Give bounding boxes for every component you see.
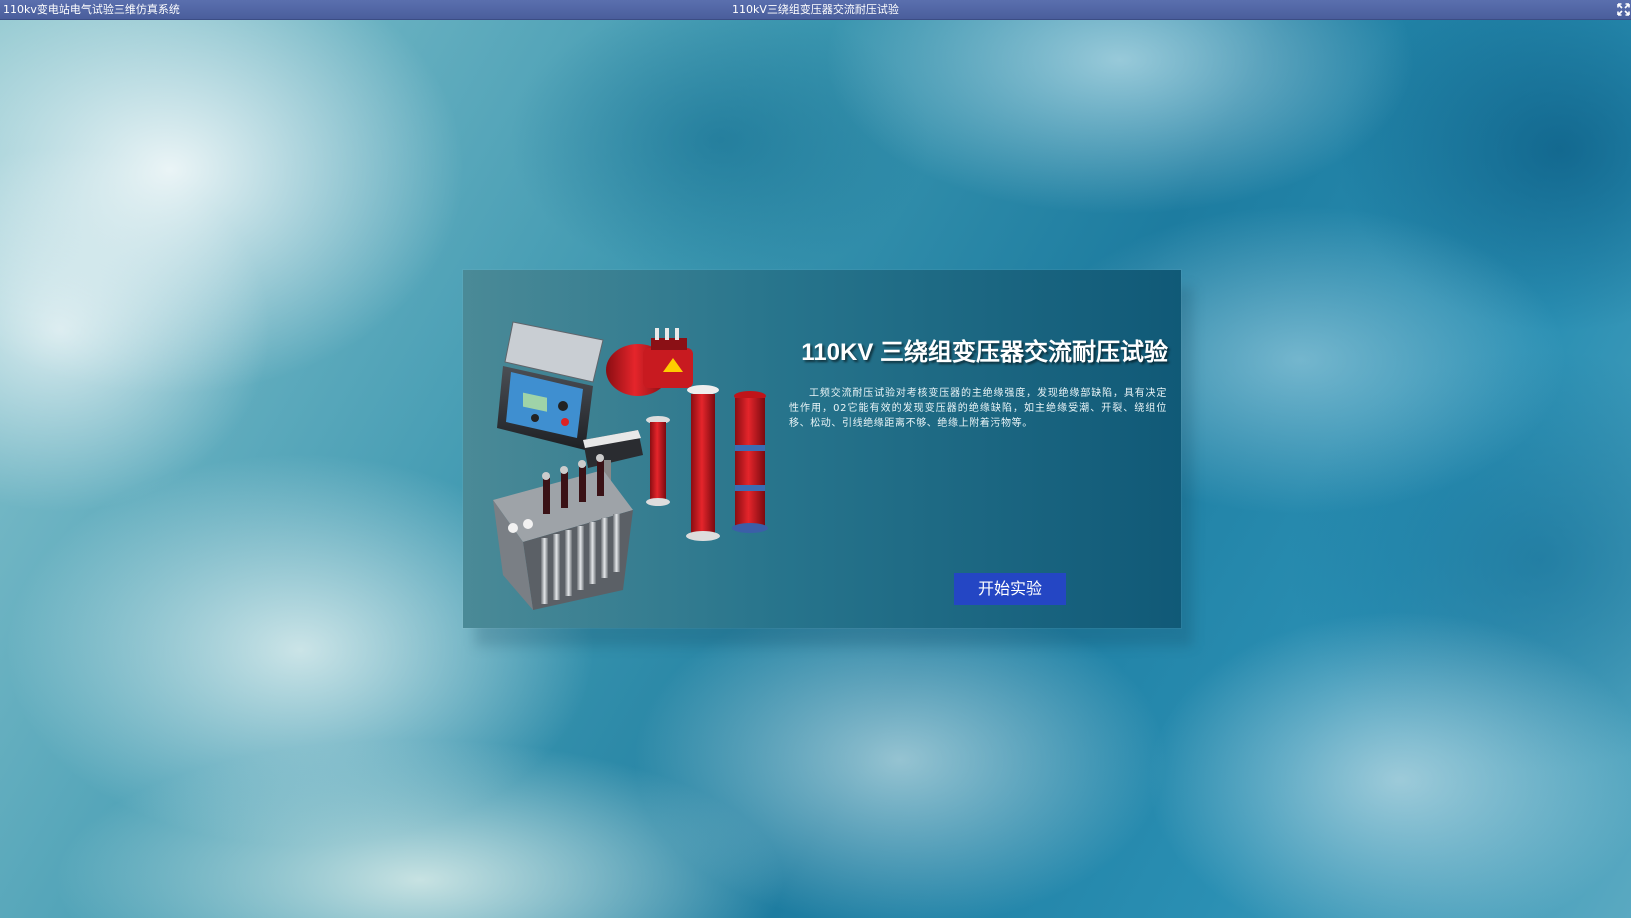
app-window: 110kv变电站电气试验三维仿真系统 110kV三绕组变压器交流耐压试验 110… <box>0 0 1631 918</box>
experiment-title: 110KV 三绕组变压器交流耐压试验 <box>801 339 1168 366</box>
test-transformer-unit <box>606 328 693 396</box>
title-bar: 110kv变电站电气试验三维仿真系统 110kV三绕组变压器交流耐压试验 <box>0 0 1631 20</box>
capacitor-column-tall <box>686 385 720 541</box>
experiment-intro-dialog: 110KV 三绕组变压器交流耐压试验 工频交流耐压试验对考核变压器的主绝缘强度，… <box>463 270 1181 628</box>
test-equipment-illustration <box>493 321 768 610</box>
control-case <box>497 321 604 450</box>
power-transformer <box>493 454 633 610</box>
start-experiment-button[interactable]: 开始实验 <box>954 573 1066 605</box>
fullscreen-button[interactable] <box>1616 2 1631 17</box>
experiment-description: 工频交流耐压试验对考核变压器的主绝缘强度，发现绝缘部缺陷，具有决定性作用，02它… <box>789 388 1167 429</box>
fullscreen-icon <box>1617 3 1630 16</box>
window-title: 110kV三绕组变压器交流耐压试验 <box>732 3 899 16</box>
voltage-divider-column <box>732 391 768 533</box>
capacitor-column-small <box>646 416 670 506</box>
